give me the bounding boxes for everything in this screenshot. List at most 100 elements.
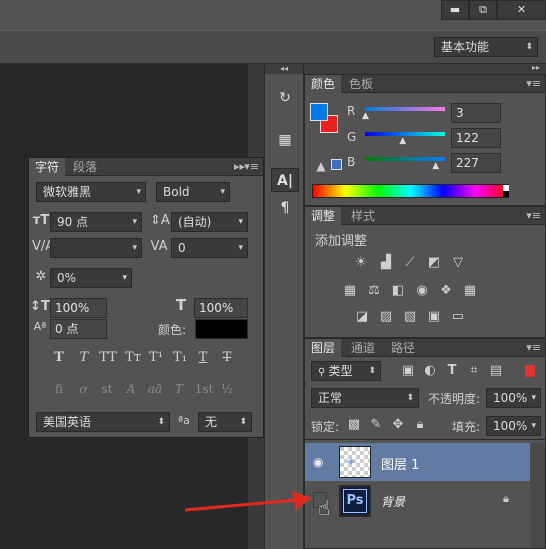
posterize-icon[interactable]: ▨ [377,309,395,324]
minimize-button[interactable]: ▬ [441,0,469,20]
leading-field[interactable]: (自动) ▾ [171,212,248,232]
tab-paths[interactable]: 路径 [385,339,421,357]
levels-icon[interactable]: ▟ [377,255,395,270]
color-lookup-icon[interactable]: ▦ [461,283,479,298]
old-style-button[interactable]: ơ [75,382,91,396]
ligatures-button[interactable]: fi [51,382,67,396]
tab-channels[interactable]: 通道 [345,339,381,357]
scrollbar[interactable] [530,443,545,548]
workspace-select[interactable]: 基本功能 ⬍ [434,37,538,57]
language-select[interactable]: 美国英语 ⬍ [36,412,170,432]
b-value-field[interactable]: 227 [451,153,501,173]
thumbnail-text: ✦ [346,455,357,469]
tab-swatches[interactable]: 色板 [343,75,379,93]
r-slider-track[interactable] [365,107,445,111]
r-label: R [347,104,356,118]
blend-mode-select[interactable]: 正常 ⬍ [311,388,419,408]
faux-italic-button[interactable]: T [76,350,92,365]
titling-button[interactable]: T [171,382,187,396]
layer-row-1[interactable]: ◉ ✦ 图层 1 [305,443,530,481]
tab-styles[interactable]: 样式 [345,207,381,225]
r-value-field[interactable]: 3 [451,103,501,123]
restore-button[interactable]: ⧉ [469,0,497,20]
filter-type-icon[interactable]: T [445,363,459,378]
filter-shape-icon[interactable]: ⌗ [467,363,481,378]
updown-icon: ⬍ [368,366,376,376]
underline-button[interactable]: T [195,350,211,365]
discretionary-ligatures-button[interactable]: st [99,382,115,396]
foreground-color[interactable] [310,103,328,121]
character-icon[interactable]: A| [271,168,299,192]
antialias-select[interactable]: 无 ⬍ [198,412,252,432]
filter-toggle[interactable] [525,365,535,377]
photo-filter-icon[interactable]: ◉ [413,283,431,298]
close-button[interactable]: ✕ [497,0,546,20]
all-caps-button[interactable]: TT [98,350,118,365]
tab-adjustments[interactable]: 调整 [305,207,342,225]
panel-menu-icon[interactable]: ▾≡ [526,77,541,90]
panel-menu-icon[interactable]: ▾≡ [526,209,541,222]
history-icon[interactable]: ↻ [271,86,299,110]
tab-layers[interactable]: 图层 [305,339,342,357]
eye-icon[interactable]: ◉ [313,455,323,469]
lock-paint-icon[interactable]: ✎ [369,417,383,432]
panel-menu-icon[interactable]: ▾≡ [526,341,541,354]
channel-mixer-icon[interactable]: ❖ [437,283,455,298]
black-white-icon[interactable]: ◧ [389,283,407,298]
lock-all-icon[interactable]: 🔒︎ [413,417,427,432]
bw-ramp[interactable] [503,185,509,197]
collapse-icon[interactable]: ▸▸ [532,63,540,72]
vibrance-icon[interactable]: ▽ [449,255,467,270]
properties-icon[interactable]: ▦ [271,128,299,152]
panel-menu-icon[interactable]: ▾≡ [244,160,259,173]
threshold-icon[interactable]: ▧ [401,309,419,324]
websafe-swatch[interactable] [331,159,342,170]
curves-icon[interactable]: ⟋ [401,255,419,270]
filter-smart-icon[interactable]: ▤ [489,363,503,378]
filter-adjust-icon[interactable]: ◐ [423,363,437,378]
tab-character[interactable]: 字符 [29,158,66,176]
lock-move-icon[interactable]: ✥ [391,417,405,432]
exposure-icon[interactable]: ◩ [425,255,443,270]
filter-pixel-icon[interactable]: ▣ [401,363,415,378]
color-balance-icon[interactable]: ⚖ [365,283,383,298]
tab-paragraph[interactable]: 段落 [67,158,103,176]
gradient-map-icon[interactable]: ▭ [449,309,467,324]
vertical-scale-field[interactable]: 100% [50,298,107,318]
g-value-field[interactable]: 122 [451,128,501,148]
b-slider-thumb[interactable]: ▲ [432,161,439,171]
font-size-field[interactable]: 90 点 ▾ [50,212,142,232]
superscript-button[interactable]: T¹ [147,350,165,365]
ordinals-button[interactable]: 1st [193,382,215,396]
opacity-field[interactable]: 100% ▾ [486,388,541,408]
hue-saturation-icon[interactable]: ▦ [341,283,359,298]
invert-icon[interactable]: ◪ [353,309,371,324]
brightness-icon[interactable]: ☀ [353,255,369,270]
fill-field[interactable]: 100% ▾ [486,416,541,436]
layer-row-background[interactable]: Ps 背景 🔒︎ [305,482,530,520]
kerning-field[interactable]: ▾ [50,238,142,258]
subscript-button[interactable]: T₁ [171,350,189,365]
small-caps-button[interactable]: Tт [123,350,143,365]
r-slider-thumb[interactable]: ▲ [362,111,369,121]
lock-transparent-icon[interactable]: ▩ [347,417,361,432]
tsume-field[interactable]: 0% ▾ [50,268,132,288]
fractions-button[interactable]: ½ [219,382,235,396]
collapse-icon[interactable]: ◂◂ [265,64,303,74]
tab-color[interactable]: 颜色 [305,75,342,93]
baseline-shift-field[interactable]: 0 点 [50,319,107,339]
text-color-swatch[interactable] [195,319,248,339]
font-style-select[interactable]: Bold ▾ [156,182,230,202]
color-ramp[interactable] [312,184,509,198]
strikethrough-button[interactable]: T [219,350,235,365]
g-slider-thumb[interactable]: ▲ [399,136,406,146]
tracking-field[interactable]: 0 ▾ [171,238,248,258]
layer-filter-select[interactable]: ⚲ 类型 ⬍ [311,361,381,381]
horizontal-scale-field[interactable]: 100% [194,298,248,318]
faux-bold-button[interactable]: T [51,350,67,365]
paragraph-icon[interactable]: ¶ [271,196,299,220]
font-family-select[interactable]: 微软雅黑 ▾ [36,182,146,202]
swash-button[interactable]: A [123,382,139,396]
selective-color-icon[interactable]: ▣ [425,309,443,324]
stylistic-alternates-button[interactable]: aā [145,382,165,396]
